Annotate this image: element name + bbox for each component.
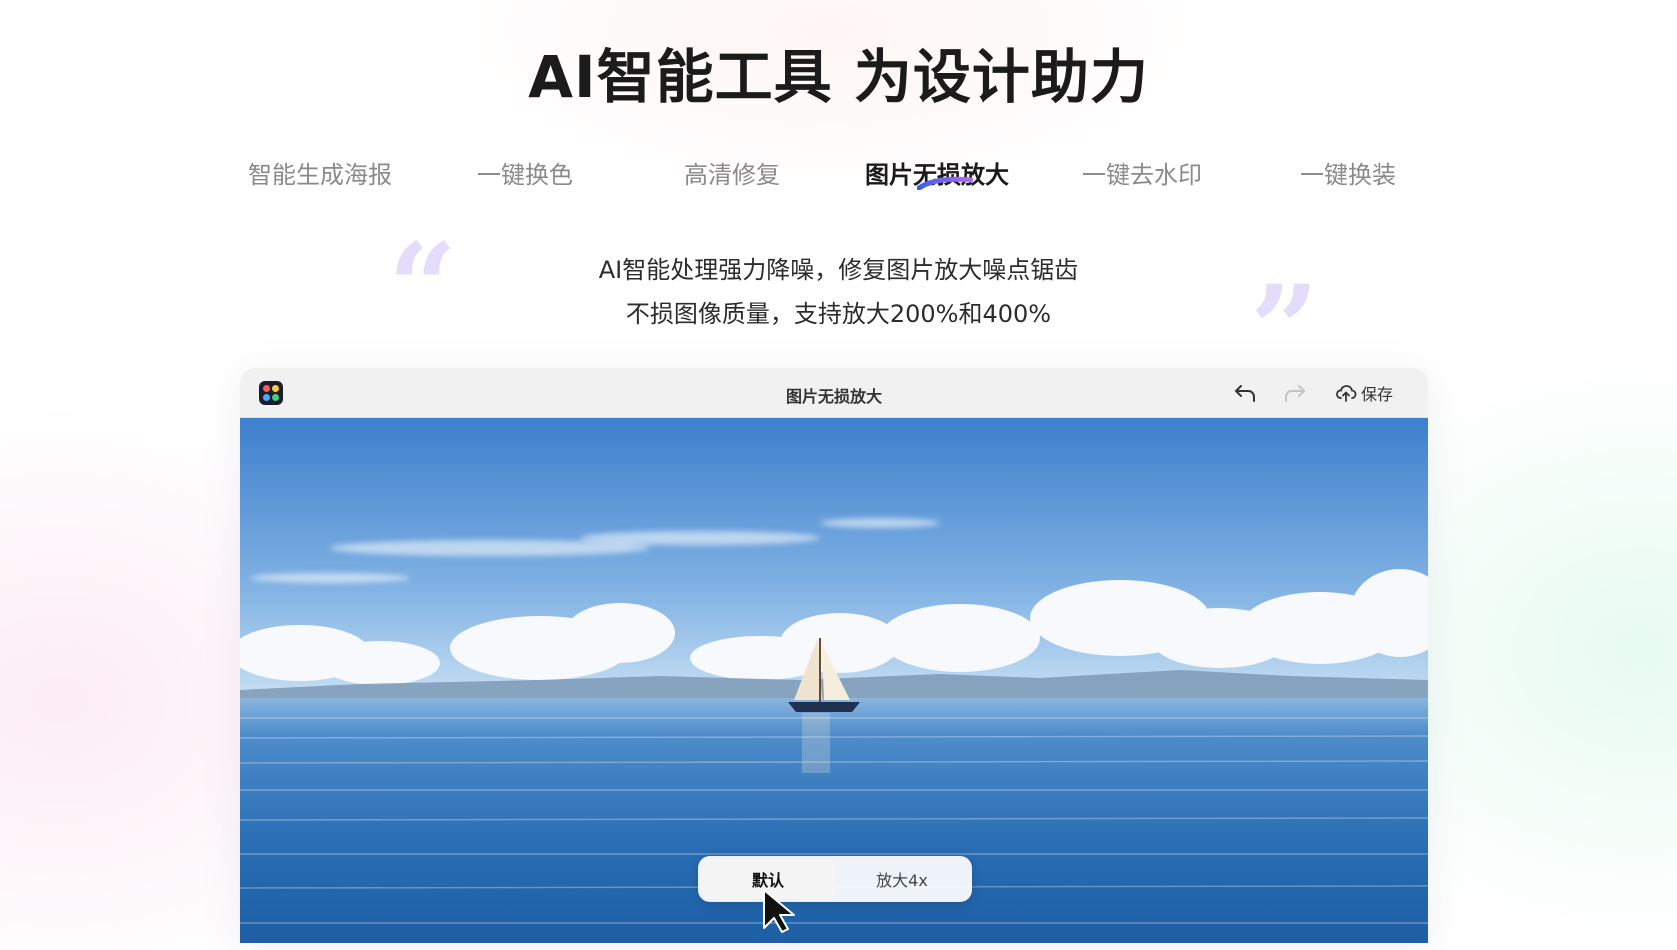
tab-smart-poster[interactable]: 智能生成海报 bbox=[220, 155, 420, 190]
feature-description: AI智能处理强力降噪，修复图片放大噪点锯齿 不损图像质量，支持放大200%和40… bbox=[0, 248, 1677, 336]
active-tab-underline bbox=[917, 176, 973, 190]
compare-toggle: 默认 放大4x bbox=[698, 856, 972, 902]
editor-titlebar: 图片无损放大 保存 bbox=[240, 368, 1428, 418]
feature-tabs: 智能生成海报 一键换色 高清修复 图片无损放大 一键去水印 一键换装 bbox=[220, 155, 1410, 199]
tab-one-click-recolor[interactable]: 一键换色 bbox=[425, 155, 625, 190]
tab-remove-watermark[interactable]: 一键去水印 bbox=[1042, 155, 1242, 190]
description-line-1: AI智能处理强力降噪，修复图片放大噪点锯齿 bbox=[598, 256, 1079, 284]
save-label: 保存 bbox=[1361, 385, 1394, 404]
tab-one-click-outfit[interactable]: 一键换装 bbox=[1248, 155, 1448, 190]
description-line-2: 不损图像质量，支持放大200%和400% bbox=[625, 300, 1052, 328]
undo-icon[interactable] bbox=[1232, 380, 1258, 406]
redo-icon[interactable] bbox=[1282, 380, 1308, 406]
page-headline: AI智能工具 为设计助力 bbox=[528, 43, 1149, 111]
toggle-upscale-4x[interactable]: 放大4x bbox=[835, 859, 969, 899]
editor-window: 图片无损放大 保存 默认 放大4x bbox=[240, 368, 1428, 943]
tab-hd-restore[interactable]: 高清修复 bbox=[632, 155, 832, 190]
cloud-save-icon bbox=[1336, 385, 1357, 402]
save-button[interactable]: 保存 bbox=[1335, 380, 1393, 406]
mouse-pointer-icon bbox=[763, 889, 795, 933]
